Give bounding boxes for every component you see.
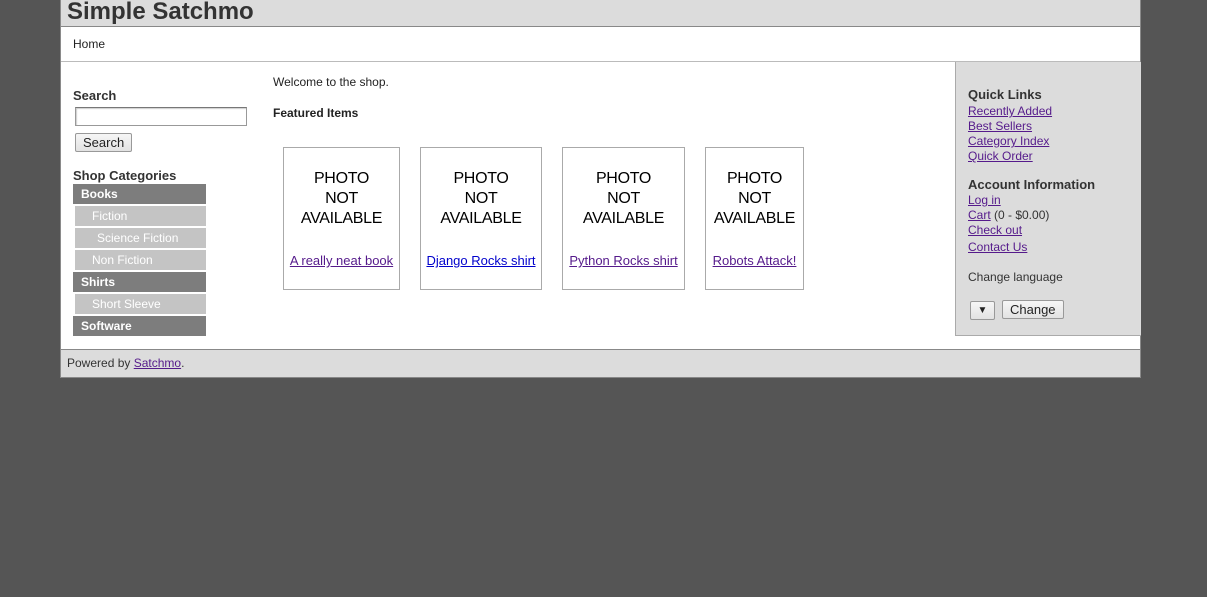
quick-order-link[interactable]: Quick Order: [968, 149, 1033, 163]
best-sellers-link[interactable]: Best Sellers: [968, 119, 1032, 133]
search-heading: Search: [73, 88, 117, 103]
contact-us-link[interactable]: Contact Us: [968, 240, 1027, 254]
category-books[interactable]: Books: [73, 184, 206, 204]
login-link[interactable]: Log in: [968, 193, 1001, 207]
satchmo-link[interactable]: Satchmo: [134, 356, 181, 370]
category-software[interactable]: Software: [73, 316, 206, 336]
shop-categories-heading: Shop Categories: [73, 168, 177, 183]
product-link[interactable]: Django Rocks shirt: [421, 253, 541, 268]
welcome-text: Welcome to the shop.: [273, 75, 389, 89]
page-container: Simple Satchmo Home Search Search Shop C…: [60, 0, 1141, 378]
checkout-link[interactable]: Check out: [968, 223, 1022, 237]
category-list: Books Fiction Science Fiction Non Fictio…: [73, 184, 206, 338]
site-title: Simple Satchmo: [67, 0, 254, 25]
quick-links-heading: Quick Links: [968, 87, 1042, 102]
site-header: Simple Satchmo: [61, 0, 1140, 27]
site-footer: Powered by Satchmo.: [61, 349, 1140, 378]
page-body: Search Search Shop Categories Books Fict…: [61, 62, 1141, 349]
right-sidebar: Quick Links Recently Added Best Sellers …: [955, 62, 1141, 336]
dropdown-arrow-icon: ▼: [977, 305, 988, 316]
nav-home-link[interactable]: Home: [73, 37, 105, 51]
category-index-link[interactable]: Category Index: [968, 134, 1049, 148]
account-information-heading: Account Information: [968, 177, 1096, 192]
product-photo-placeholder[interactable]: PHOTO NOT AVAILABLE: [563, 169, 684, 229]
search-button[interactable]: Search: [75, 133, 133, 152]
category-fiction[interactable]: Fiction: [75, 206, 206, 226]
category-non-fiction[interactable]: Non Fiction: [75, 250, 206, 270]
product-photo-placeholder[interactable]: PHOTO NOT AVAILABLE: [284, 169, 399, 229]
category-shirts[interactable]: Shirts: [73, 272, 206, 292]
product-card[interactable]: PHOTO NOT AVAILABLE Python Rocks shirt: [562, 147, 685, 290]
product-link[interactable]: Robots Attack!: [706, 253, 803, 268]
recently-added-link[interactable]: Recently Added: [968, 104, 1052, 118]
product-card[interactable]: PHOTO NOT AVAILABLE Robots Attack!: [705, 147, 804, 290]
product-link[interactable]: A really neat book: [284, 253, 399, 268]
cart-link[interactable]: Cart: [968, 208, 991, 222]
footer-text: Powered by Satchmo.: [67, 356, 185, 370]
category-science-fiction[interactable]: Science Fiction: [75, 228, 206, 248]
featured-items-heading: Featured Items: [273, 106, 359, 120]
cart-summary: (0 - $0.00): [994, 208, 1050, 222]
language-select[interactable]: ▼: [970, 301, 995, 320]
navigation-bar: Home: [61, 27, 1140, 62]
change-language-label: Change language: [968, 270, 1063, 284]
search-input[interactable]: [75, 107, 247, 126]
product-photo-placeholder[interactable]: PHOTO NOT AVAILABLE: [706, 169, 803, 229]
product-photo-placeholder[interactable]: PHOTO NOT AVAILABLE: [421, 169, 541, 229]
product-card[interactable]: PHOTO NOT AVAILABLE A really neat book: [283, 147, 400, 290]
product-card[interactable]: PHOTO NOT AVAILABLE Django Rocks shirt: [420, 147, 542, 290]
category-short-sleeve[interactable]: Short Sleeve: [75, 294, 206, 314]
change-language-button[interactable]: Change: [1002, 300, 1064, 319]
product-link[interactable]: Python Rocks shirt: [563, 253, 684, 268]
